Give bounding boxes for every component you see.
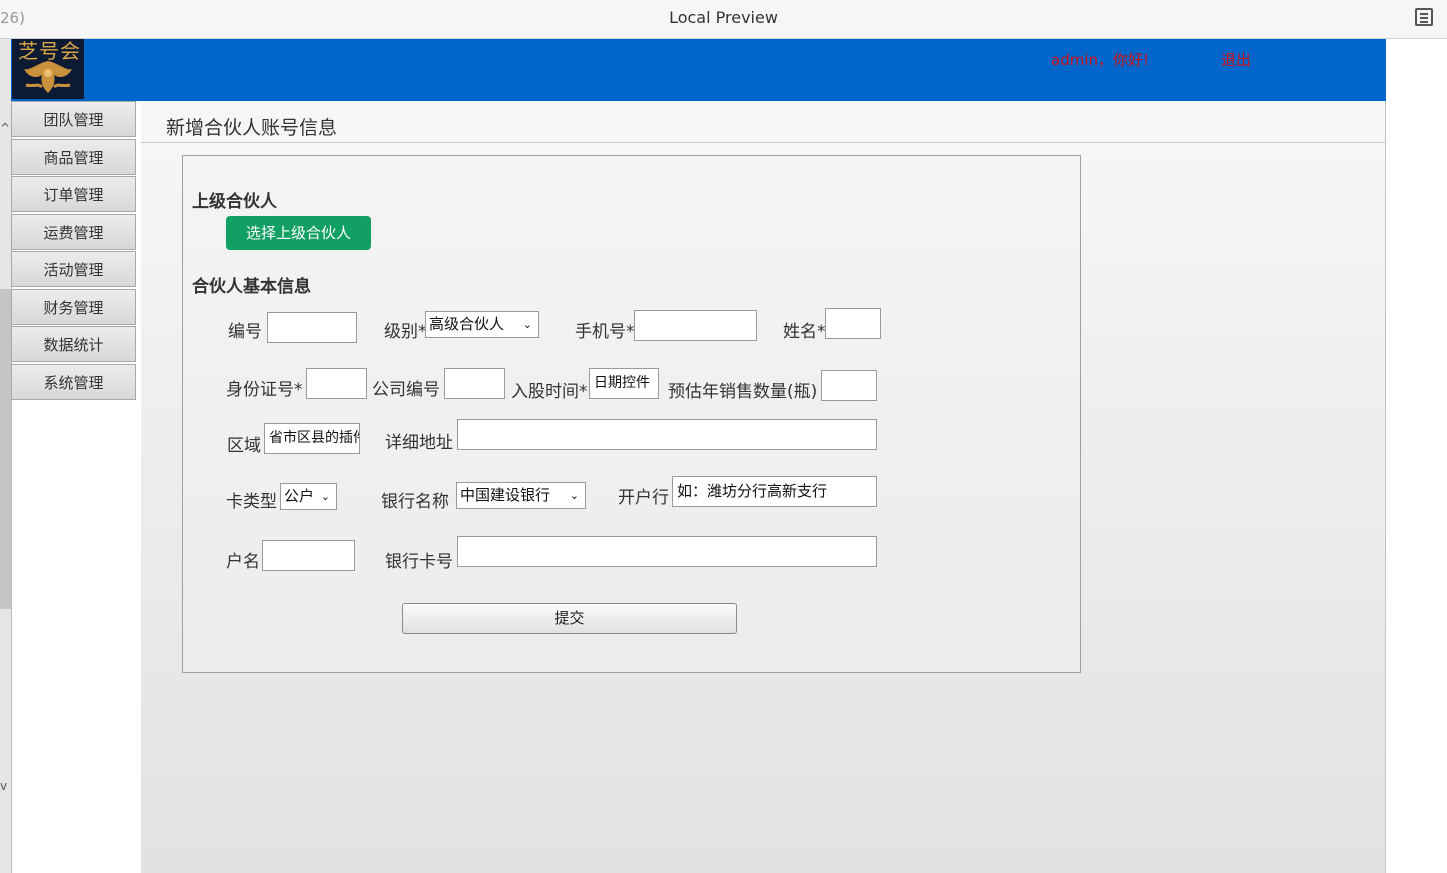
name-label: 姓名* (783, 322, 826, 342)
chevron-down-icon: ⌄ (569, 489, 579, 502)
sidebar-item-activities[interactable]: 活动管理 (11, 251, 136, 287)
region-picker[interactable]: 省市区县的插件 (264, 423, 360, 454)
sidebar-item-products[interactable]: 商品管理 (11, 138, 136, 175)
sidebar-item-finance[interactable]: 财务管理 (11, 288, 136, 325)
bank-name-value: 中国建设银行 (460, 486, 551, 504)
chevron-up-icon[interactable]: ^ (0, 121, 10, 135)
account-holder-input[interactable] (262, 540, 355, 571)
sidebar-item-shipping[interactable]: 运费管理 (11, 213, 136, 250)
window-title: Local Preview (669, 8, 778, 27)
sidebar-item-team[interactable]: 团队管理 (11, 101, 136, 137)
chevron-down-icon: ⌄ (320, 490, 330, 503)
region-label: 区域 (227, 436, 261, 456)
address-label: 详细地址 (385, 433, 453, 453)
app-header: 芝号会 admin，你好! 退出 (11, 39, 1386, 101)
window-titlebar: 26) Local Preview (0, 0, 1447, 39)
id-number-label: 身份证号* (226, 380, 303, 400)
chevron-down-icon: ⌄ (522, 318, 532, 331)
estimated-sales-input[interactable] (821, 370, 877, 401)
welcome-text: admin，你好! (1051, 51, 1150, 69)
logo[interactable]: 芝号会 (12, 39, 84, 99)
sidebar-item-statistics[interactable]: 数据统计 (11, 326, 136, 362)
list-icon[interactable] (1415, 8, 1433, 26)
main-content: 新增合伙人账号信息 上级合伙人 选择上级合伙人 合伙人基本信息 编号 级别* 高… (141, 101, 1386, 873)
page-title: 新增合伙人账号信息 (166, 117, 338, 139)
bank-name-label: 银行名称 (381, 492, 449, 512)
join-date-input[interactable]: 日期控件 (589, 368, 659, 399)
phone-input[interactable] (634, 310, 757, 341)
branch-label: 开户行 (618, 488, 669, 508)
number-input[interactable] (267, 312, 357, 343)
company-number-input[interactable] (444, 368, 505, 399)
address-input[interactable] (457, 419, 877, 450)
card-type-value: 公户 (284, 487, 315, 505)
level-select[interactable]: 高级合伙人 ⌄ (425, 311, 539, 338)
card-type-select[interactable]: 公户 ⌄ (280, 483, 337, 510)
name-input[interactable] (825, 308, 881, 339)
bank-name-select[interactable]: 中国建设银行 ⌄ (456, 482, 586, 509)
level-label: 级别* (384, 322, 427, 342)
sidebar-item-system[interactable]: 系统管理 (11, 363, 136, 400)
company-number-label: 公司编号 (372, 380, 440, 400)
logout-link[interactable]: 退出 (1221, 49, 1251, 70)
partner-form: 上级合伙人 选择上级合伙人 合伙人基本信息 编号 级别* 高级合伙人 ⌄ 手机号… (182, 155, 1081, 673)
account-holder-label: 户名 (226, 552, 260, 572)
id-number-input[interactable] (306, 368, 367, 399)
sidebar-item-orders[interactable]: 订单管理 (11, 176, 136, 212)
branch-input[interactable]: 如：潍坊分行高新支行 (672, 476, 877, 507)
basic-section-heading: 合伙人基本信息 (192, 277, 311, 297)
card-type-label: 卡类型 (226, 492, 277, 512)
logo-emblem-icon (24, 61, 72, 93)
select-superior-button[interactable]: 选择上级合伙人 (226, 216, 371, 250)
number-label: 编号 (228, 322, 262, 342)
sidebar: 团队管理 商品管理 订单管理 运费管理 活动管理 财务管理 数据统计 系统管理 (11, 101, 136, 401)
join-date-label: 入股时间* (511, 382, 588, 402)
submit-button[interactable]: 提交 (402, 603, 737, 634)
divider (141, 142, 1385, 143)
level-value: 高级合伙人 (429, 315, 505, 333)
estimated-sales-label: 预估年销售数量(瓶) (668, 382, 818, 402)
phone-label: 手机号* (575, 322, 635, 342)
superior-section-heading: 上级合伙人 (192, 192, 277, 212)
card-number-label: 银行卡号 (385, 552, 453, 572)
chevron-down-icon[interactable]: v (0, 779, 7, 793)
scrollbar-thumb[interactable] (0, 289, 11, 609)
card-number-input[interactable] (457, 536, 877, 567)
